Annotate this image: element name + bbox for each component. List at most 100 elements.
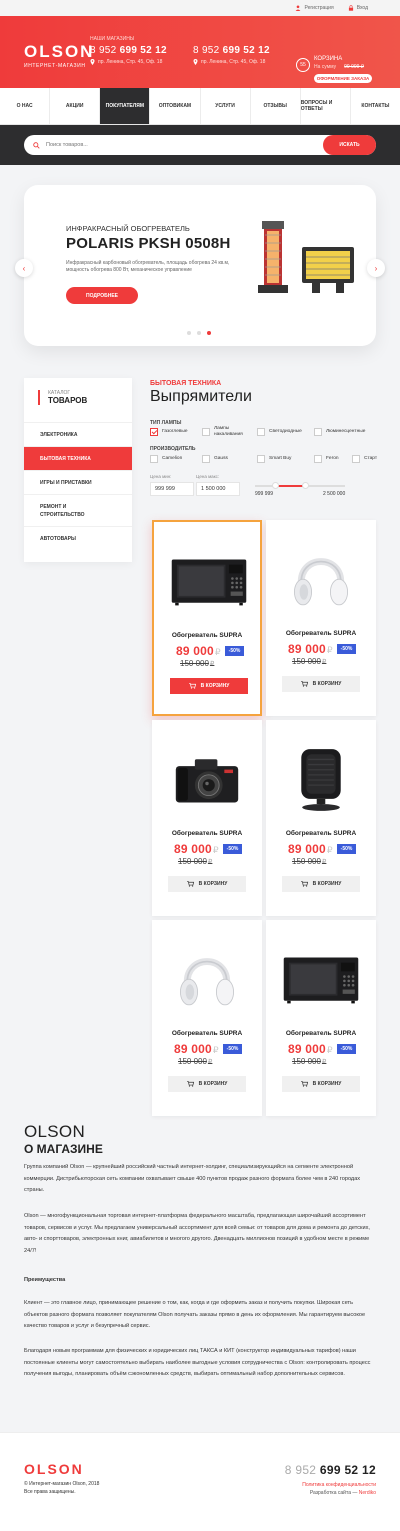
product-name[interactable]: Обогреватель SUPRA [152, 830, 262, 837]
catalog-item-appliances[interactable]: БЫТОВАЯ ТЕХНИКА [24, 446, 132, 470]
nav-item-about[interactable]: О НАС [0, 88, 51, 124]
price-range-handle-max[interactable] [302, 482, 309, 489]
category-label: БЫТОВАЯ ТЕХНИКА [150, 380, 222, 387]
camera-icon[interactable] [157, 735, 257, 825]
catalog-item-electronics[interactable]: ЭЛЕКТРОНИКА [24, 422, 132, 446]
checkbox[interactable] [314, 455, 322, 463]
developer-link[interactable]: Nerdiko [359, 1490, 376, 1496]
product-name[interactable]: Обогреватель SUPRA [266, 1030, 376, 1037]
filter-option-label: Camelion [162, 456, 183, 462]
checkbox[interactable] [352, 455, 360, 463]
filter-maker-feron[interactable]: Feron [314, 455, 339, 463]
product-card[interactable]: Обогреватель SUPRA 89 000₽ -50% 150 000₽ В К… [152, 920, 262, 1116]
register-label: Регистрация [304, 5, 334, 11]
shop-1-address: пр. Ленина, Стр. 45, Оф. 18 [90, 59, 167, 65]
product-old-price-value: 150 000 [292, 857, 321, 866]
footer-copyright-line-2: Все права защищены. [24, 1488, 76, 1495]
filter-maker-camelion[interactable]: Camelion [150, 455, 182, 463]
filter-lamp-fluorescent[interactable]: Люминесцентные [314, 428, 365, 436]
nav-item-reviews[interactable]: ОТЗЫВЫ [251, 88, 301, 124]
checkout-button[interactable]: ОФОРМЛЕНИЕ ЗАКАЗА [314, 74, 372, 83]
price-max-input[interactable]: 1 500 000 [196, 482, 240, 496]
add-to-cart-button[interactable]: В КОРЗИНУ [282, 1076, 360, 1092]
slide-more-button[interactable]: ПОДРОБНЕЕ [66, 287, 138, 304]
price-range-slider[interactable] [255, 482, 345, 489]
discount-badge: -50% [337, 644, 356, 654]
privacy-policy-link[interactable]: Политика конфиденциальности [302, 1482, 376, 1488]
price-min-input[interactable]: 999 999 [150, 482, 194, 496]
filter-lamp-led[interactable]: Светодиодные [257, 428, 302, 436]
filter-maker-smartbuy[interactable]: Smart Buy [257, 455, 291, 463]
product-name[interactable]: Обогреватель SUPRA [266, 630, 376, 637]
product-card[interactable]: Обогреватель SUPRA 89 000₽ -50% 150 000₽ В К… [266, 520, 376, 716]
login-label: Вход [356, 5, 368, 11]
checkbox[interactable] [257, 428, 265, 436]
shop-2-phone[interactable]: 8 952 699 52 12 [193, 45, 270, 56]
checkbox[interactable] [150, 455, 158, 463]
product-old-price: 150 000₽ [292, 657, 326, 666]
checkbox[interactable] [257, 455, 265, 463]
shop-2: 8 952 699 52 12 пр. Ленина, Стр. 45, Оф.… [193, 36, 270, 65]
microwave-icon[interactable] [271, 935, 371, 1025]
product-name[interactable]: Обогреватель SUPRA [266, 830, 376, 837]
product-price-value: 89 000 [174, 842, 212, 856]
price-min-label: Цена мин: [150, 474, 172, 479]
checkbox[interactable] [202, 427, 210, 436]
product-card[interactable]: Обогреватель SUPRA 89 000₽ -50% 150 000₽ В К… [152, 720, 262, 916]
add-to-cart-button[interactable]: В КОРЗИНУ [168, 876, 246, 892]
headphones-icon[interactable] [271, 535, 371, 625]
page-title: Выпрямители [150, 388, 252, 405]
checkbox[interactable] [314, 428, 322, 436]
footer-phone[interactable]: 8 952 699 52 12 [285, 1463, 376, 1477]
product-price: 89 000₽ [288, 1042, 333, 1056]
microwave-icon[interactable] [159, 537, 259, 627]
add-to-cart-button[interactable]: В КОРЗИНУ [282, 676, 360, 692]
nav-item-wholesale[interactable]: ОПТОВИКАМ [150, 88, 201, 124]
filter-lamp-incandescent[interactable]: Лампы накаливания [202, 426, 246, 437]
product-card[interactable]: Обогреватель SUPRA 89 000₽ -50% 150 000₽ В К… [266, 720, 376, 916]
slider-dot[interactable] [197, 331, 201, 335]
checkbox-checked[interactable] [150, 428, 158, 436]
checkbox[interactable] [202, 455, 210, 463]
price-range-handle-min[interactable] [272, 482, 279, 489]
shop-2-phone-number: 699 52 12 [222, 45, 270, 56]
catalog-item-repair[interactable]: РЕМОНТ И СТРОИТЕЛЬСТВО [24, 494, 132, 526]
nav-item-promotions[interactable]: АКЦИИ [50, 88, 101, 124]
search-button[interactable]: ИСКАТЬ [323, 135, 376, 155]
catalog-item-games[interactable]: ИГРЫ И ПРИСТАВКИ [24, 470, 132, 494]
add-to-cart-button[interactable]: В КОРЗИНУ [168, 1076, 246, 1092]
add-to-cart-button[interactable]: В КОРЗИНУ [282, 876, 360, 892]
about-paragraph-2: Olson — многофункциональная торговая инт… [24, 1213, 370, 1254]
product-name[interactable]: Обогреватель SUPRA [152, 1030, 262, 1037]
slider-dot[interactable] [187, 331, 191, 335]
slider-prev-arrow[interactable]: ‹ [15, 259, 33, 277]
filter-maker-start[interactable]: Старт [352, 455, 377, 463]
about-paragraph-1: Группа компаний Olson — крупнейший росси… [24, 1164, 361, 1193]
heater-icon[interactable] [271, 735, 371, 825]
filter-option-label: Smart Buy [269, 456, 292, 462]
headphones-icon[interactable] [157, 935, 257, 1025]
slider-dot-active[interactable] [207, 331, 211, 335]
cart-title: КОРЗИНА [314, 56, 343, 62]
login-link[interactable]: Вход [348, 5, 368, 11]
price-range-min: 999 999 [255, 491, 274, 497]
product-name[interactable]: Обогреватель SUPRA [154, 632, 260, 639]
nav-item-services[interactable]: УСЛУГИ [201, 88, 251, 124]
product-card[interactable]: Обогреватель SUPRA 89 000₽ -50% 150 000₽ В К… [266, 920, 376, 1116]
catalog-item-auto[interactable]: АВТОТОВАРЫ [24, 526, 132, 550]
register-link[interactable]: Регистрация [295, 5, 334, 11]
nav-item-contacts[interactable]: КОНТАКТЫ [351, 88, 400, 124]
top-bar: Регистрация Вход [0, 0, 400, 16]
product-card[interactable]: Обогреватель SUPRA 89 000₽ -50% 150 000₽ В К… [152, 520, 262, 716]
nav-item-faq[interactable]: ВОПРОСЫ И ОТВЕТЫ [301, 88, 351, 124]
filter-lamp-gas[interactable]: Газоглевые [150, 428, 188, 436]
slider-next-arrow[interactable]: › [367, 259, 385, 277]
cart-icon [186, 881, 194, 887]
nav-item-customers[interactable]: ПОКУПАТЕЛЯМ [100, 88, 151, 124]
shop-1-phone[interactable]: 8 952 699 52 12 [90, 45, 167, 56]
add-to-cart-button[interactable]: В КОРЗИНУ [170, 678, 248, 694]
footer-logo[interactable]: OLSON [24, 1461, 84, 1477]
main-nav: О НАС АКЦИИ ПОКУПАТЕЛЯМ ОПТОВИКАМ УСЛУГИ… [0, 88, 400, 125]
logo[interactable]: OLSON ИНТЕРНЕТ-МАГАЗИН [24, 42, 94, 69]
filter-maker-gauss[interactable]: Gauss [202, 455, 228, 463]
